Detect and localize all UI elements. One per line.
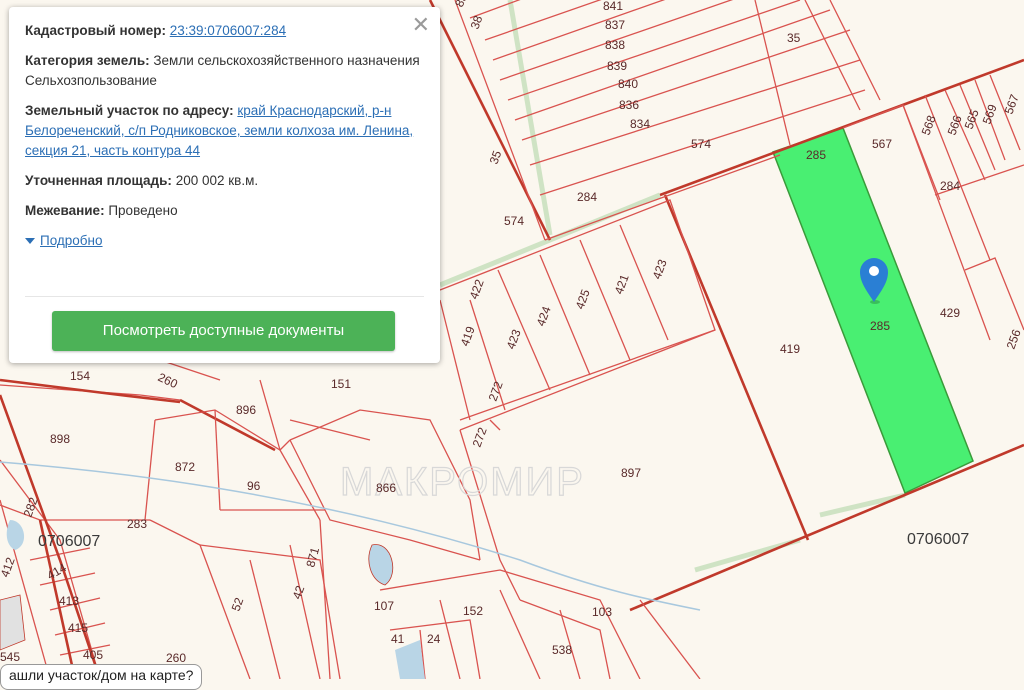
parcel-number-label: 152: [463, 604, 483, 618]
parcel-number-label: 154: [70, 369, 90, 383]
parcel-number-label: 419: [458, 324, 478, 348]
more-toggle[interactable]: Подробно: [25, 231, 424, 251]
parcel-number-label: 415: [68, 621, 88, 635]
parcel-number-label: 422: [467, 277, 487, 301]
parcel-number-label: 419: [780, 342, 800, 356]
parcel-number-label: 896: [236, 403, 256, 417]
parcel-number-label: 38: [468, 13, 486, 31]
more-link[interactable]: Подробно: [40, 231, 103, 251]
parcel-number-label: 260: [166, 651, 186, 665]
parcel-number-label: 151: [331, 377, 351, 391]
parcel-number-label: 836: [619, 98, 639, 112]
parcel-number-label: 24: [427, 632, 441, 646]
cadastral-number-link[interactable]: 23:39:0706007:284: [170, 23, 286, 38]
parcel-number-label: 866: [376, 481, 396, 495]
parcel-number-label: 35: [787, 31, 801, 45]
category-row: Категория земель: Земли сельскохозяйстве…: [25, 51, 424, 91]
parcel-number-label: 285: [870, 319, 890, 333]
parcel-number-label: 538: [552, 643, 572, 657]
parcel-number-label: 839: [452, 0, 473, 9]
parcel-number-label: 568: [919, 113, 939, 137]
cadastral-label: Кадастровый номер:: [25, 23, 166, 38]
close-icon[interactable]: ✕: [412, 14, 430, 36]
survey-row: Межевание: Проведено: [25, 201, 424, 221]
parcel-number-label: 871: [303, 545, 322, 568]
parcel-info-popup: ✕ Кадастровый номер: 23:39:0706007:284 К…: [9, 7, 440, 363]
parcel-number-label: 425: [573, 287, 593, 311]
parcel-number-label: 272: [486, 379, 506, 403]
parcel-number-label: 545: [0, 650, 20, 664]
parcel-number-label: 838: [605, 38, 625, 52]
parcel-number-label: 429: [940, 306, 960, 320]
parcel-number-label: 567: [1002, 92, 1022, 116]
parcel-number-label: 837: [605, 18, 625, 32]
parcel-number-label: 897: [621, 466, 641, 480]
quarter-label: 0706007: [38, 533, 100, 550]
parcel-number-label: 284: [577, 190, 597, 204]
quarter-label: 0706007: [907, 531, 969, 548]
chevron-down-icon: [25, 238, 35, 244]
parcel-number-label: 423: [650, 257, 670, 281]
parcel-number-label: 413: [59, 594, 79, 608]
divider: [25, 296, 424, 297]
category-label: Категория земель:: [25, 53, 150, 68]
parcel-number-label: 834: [630, 117, 650, 131]
parcel-number-label: 412: [0, 555, 18, 579]
parcel-number-label: 872: [175, 460, 195, 474]
parcel-number-label: 423: [504, 327, 524, 351]
category-value: Земли сельскохозяйственного назначения: [153, 53, 420, 68]
cadastral-number-row: Кадастровый номер: 23:39:0706007:284: [25, 21, 424, 41]
parcel-number-label: 35: [487, 148, 505, 166]
area-label: Уточненная площадь:: [25, 173, 172, 188]
address-row: Земельный участок по адресу: край Красно…: [25, 101, 424, 161]
area-value: 200 002 кв.м.: [175, 173, 259, 188]
parcel-number-label: 283: [127, 517, 147, 531]
address-label: Земельный участок по адресу:: [25, 103, 234, 118]
parcel-number-label: 107: [374, 599, 394, 613]
parcel-number-label: 42: [290, 583, 308, 601]
survey-value: Проведено: [108, 203, 178, 218]
area-row: Уточненная площадь: 200 002 кв.м.: [25, 171, 424, 191]
parcel-number-label: 103: [592, 605, 612, 619]
parcel-number-label: 260: [156, 370, 180, 391]
parcel-number-label: 41: [391, 632, 405, 646]
parcel-number-label: 569: [980, 102, 1000, 126]
parcel-number-label: 405: [83, 648, 103, 662]
parcel-number-label: 96: [247, 479, 261, 493]
parcel-number-label: 565: [962, 107, 982, 131]
parcel-number-label: 574: [504, 214, 524, 228]
parcel-number-label: 256: [1004, 327, 1024, 351]
parcel-number-label: 574: [691, 137, 711, 151]
parcel-number-label: 840: [618, 77, 638, 91]
parcel-number-label: 284: [940, 179, 960, 193]
parcel-number-label: 567: [872, 137, 892, 151]
parcel-number-label: 285: [806, 148, 826, 162]
parcel-number-label: 421: [612, 272, 632, 296]
view-documents-button[interactable]: Посмотреть доступные документы: [52, 311, 395, 351]
parcel-number-label: 52: [229, 595, 247, 613]
parcel-number-label: 424: [534, 304, 554, 328]
parcel-number-label: 272: [470, 425, 490, 449]
parcel-number-label: 898: [50, 432, 70, 446]
use-value: Сельхозпользование: [25, 73, 157, 88]
parcel-number-label: 841: [603, 0, 623, 13]
survey-label: Межевание:: [25, 203, 105, 218]
parcel-number-label: 839: [607, 59, 627, 73]
found-property-tip[interactable]: ашли участок/дом на карте?: [0, 664, 203, 690]
